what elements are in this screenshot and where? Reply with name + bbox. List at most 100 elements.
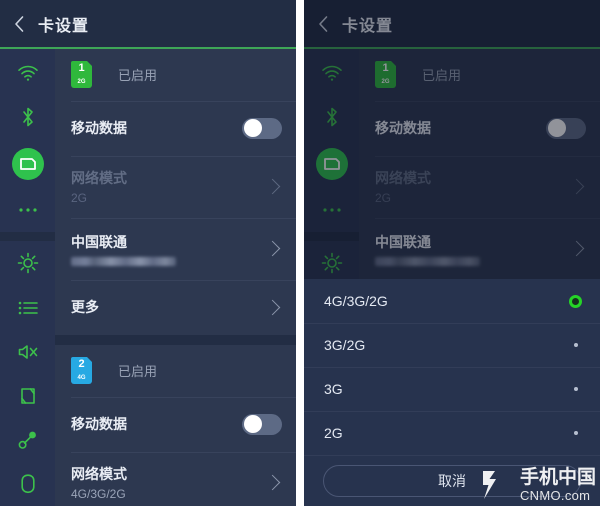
ellipsis-icon (322, 208, 341, 212)
back-button[interactable] (304, 0, 342, 47)
sim1-badge-gen: 2G (77, 79, 86, 85)
active-indicator (11, 147, 44, 180)
row-label: 中国联通 (375, 233, 431, 250)
row-label: 网络模式 (71, 466, 127, 482)
sim1-mobile-data-toggle[interactable] (546, 117, 586, 139)
sidebar-item-sim-card[interactable] (304, 139, 359, 188)
sim1-row-mobile-data[interactable]: 移动数据 (359, 100, 600, 156)
radio-unselected-icon (574, 387, 578, 391)
app-header: 卡设置 (304, 0, 600, 47)
sim2-header: 2 4G 已启用 (55, 345, 296, 397)
sidebar-item-dnd[interactable] (0, 462, 55, 506)
row-label: 网络模式 (71, 170, 127, 186)
quick-settings-sidebar (0, 48, 55, 506)
chevron-right-icon (568, 240, 585, 257)
sim1-badge: 1 2G (375, 60, 397, 88)
sim2-row-mobile-data[interactable]: 移动数据 (55, 396, 296, 452)
cancel-button[interactable]: 取消 (323, 465, 581, 497)
row-label: 更多 (71, 299, 99, 315)
sidebar-item-rotation[interactable] (0, 374, 55, 418)
row-label: 移动数据 (375, 120, 431, 136)
panel-body: 1 2G 已启用 移动数据 网络模式 (0, 48, 296, 506)
chevron-right-icon (568, 178, 585, 195)
toggle-knob (243, 119, 262, 137)
masked-phone-number (375, 256, 480, 266)
sim-card-icon (19, 157, 36, 170)
sim1-row-mobile-data[interactable]: 移动数据 (55, 100, 296, 156)
screenshot-stage: 卡设置 1 2G 已启用 移动数据 网络模式 2G 中国联通 更多 2 4G 已… (0, 0, 600, 506)
sim1-badge-number: 1 (382, 62, 389, 74)
sim-badge-corner (86, 60, 93, 67)
brightness-icon (321, 253, 342, 274)
sim2-status: 已启用 (118, 364, 158, 379)
row-sublabel: 2G (71, 191, 88, 205)
wifi-icon (17, 65, 38, 81)
sim1-row-more[interactable]: 更多 (55, 279, 296, 335)
toggle-knob (243, 415, 262, 433)
dialog-option-4g3g2g[interactable]: 4G/3G/2G (304, 279, 600, 323)
sidebar-item-sim-card[interactable] (0, 139, 55, 188)
radio-selected-icon (569, 294, 582, 308)
page-title: 卡设置 (342, 17, 394, 35)
dialog-footer: 取消 (304, 455, 600, 506)
shield-outline-icon (20, 474, 35, 494)
sim1-row-network-mode[interactable]: 网络模式 2G (359, 155, 600, 218)
radio-unselected-icon (574, 431, 578, 435)
sidebar-item-wifi[interactable] (0, 51, 55, 95)
sidebar-item-wifi[interactable] (304, 51, 359, 95)
sim1-badge: 1 2G (71, 60, 93, 88)
chevron-left-icon (318, 15, 327, 32)
row-label: 移动数据 (71, 120, 127, 136)
screen-rotation-icon (20, 388, 35, 404)
toggle-knob (547, 119, 566, 137)
sim2-row-network-mode[interactable]: 网络模式 4G/3G/2G (55, 451, 296, 506)
wifi-icon (321, 65, 342, 81)
ellipsis-icon (18, 208, 37, 212)
chevron-left-icon (14, 15, 23, 32)
row-sublabel: 2G (375, 191, 392, 205)
back-button[interactable] (0, 0, 38, 47)
chevron-right-icon (264, 178, 281, 195)
dialog-option-3g[interactable]: 3G (304, 367, 600, 411)
active-indicator (315, 147, 348, 180)
sim-badge-corner (86, 356, 93, 363)
row-label: 中国联通 (71, 233, 127, 250)
sidebar-item-hotspot[interactable] (0, 418, 55, 462)
sidebar-item-bluetooth[interactable] (0, 95, 55, 139)
sim2-mobile-data-toggle[interactable] (242, 413, 282, 435)
sidebar-item-list[interactable] (0, 286, 55, 330)
brightness-icon (17, 253, 38, 274)
chevron-right-icon (264, 299, 281, 315)
list-icon (18, 301, 38, 314)
sim1-header: 1 2G 已启用 (55, 49, 296, 101)
sim1-row-carrier[interactable]: 中国联通 (55, 217, 296, 280)
sidebar-item-more[interactable] (304, 188, 359, 232)
dialog-option-3g2g[interactable]: 3G/2G (304, 323, 600, 367)
sim2-badge: 2 4G (71, 356, 93, 384)
sim1-row-carrier[interactable]: 中国联通 (359, 217, 600, 280)
row-sublabel: 4G/3G/2G (71, 487, 126, 501)
sim1-status: 已启用 (118, 68, 158, 83)
sim1-badge-gen: 2G (381, 79, 390, 85)
masked-phone-number (71, 256, 176, 266)
row-label: 移动数据 (71, 416, 127, 432)
sim1-row-network-mode[interactable]: 网络模式 2G (55, 155, 296, 218)
sim-card-icon (323, 157, 340, 170)
chevron-right-icon (264, 474, 281, 491)
speaker-mute-icon (18, 345, 37, 359)
dialog-option-2g[interactable]: 2G (304, 411, 600, 455)
sidebar-divider (0, 232, 55, 242)
sim1-mobile-data-toggle[interactable] (242, 117, 282, 139)
sidebar-item-brightness[interactable] (0, 241, 55, 285)
sidebar-item-mute[interactable] (0, 330, 55, 374)
sim2-badge-gen: 4G (77, 375, 86, 381)
option-label: 2G (324, 425, 343, 441)
sidebar-item-bluetooth[interactable] (304, 95, 359, 139)
radio-unselected-icon (574, 343, 578, 347)
bluetooth-icon (326, 107, 337, 127)
sim1-badge-number: 1 (78, 62, 85, 74)
sim1-header: 1 2G 已启用 (359, 49, 600, 101)
section-divider (55, 334, 296, 345)
option-label: 4G/3G/2G (324, 293, 388, 309)
sidebar-item-more[interactable] (0, 188, 55, 232)
